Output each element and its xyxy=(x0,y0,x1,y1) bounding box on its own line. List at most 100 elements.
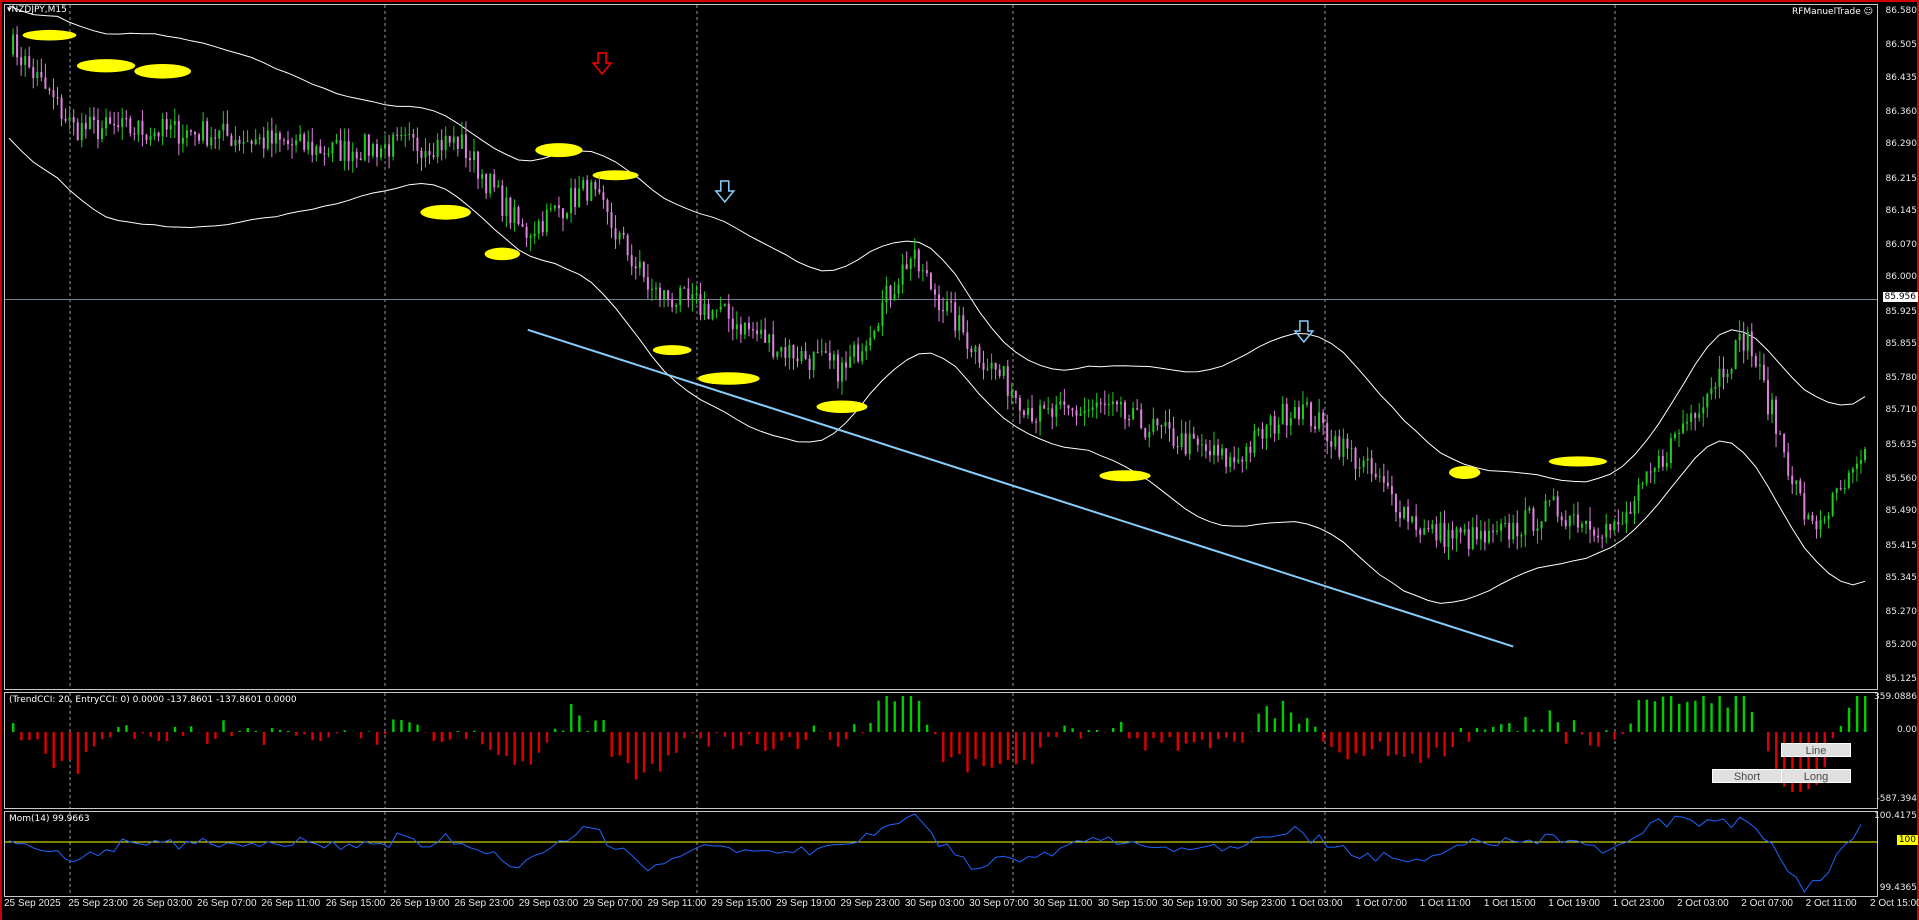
candle-body xyxy=(1382,476,1385,483)
long-button[interactable]: Long xyxy=(1781,769,1851,783)
candle-body xyxy=(76,122,79,141)
cci-bar xyxy=(246,728,249,732)
short-button[interactable]: Short xyxy=(1712,769,1782,783)
cci-bar xyxy=(464,732,468,739)
cci-bar xyxy=(222,720,225,732)
cci-bar xyxy=(303,732,306,735)
candle-body xyxy=(36,71,39,79)
candle-body xyxy=(392,134,395,157)
cci-bar xyxy=(1257,713,1260,732)
cci-bar xyxy=(788,732,791,738)
momentum-label: Mom(14) 99.9663 xyxy=(9,814,90,824)
line-button[interactable]: Line xyxy=(1781,743,1851,757)
cci-bar xyxy=(958,732,961,755)
cci-bar xyxy=(1031,732,1034,765)
cci-canvas[interactable] xyxy=(5,693,1877,808)
candle-body xyxy=(416,137,419,151)
cci-bar xyxy=(650,732,654,764)
candle-body xyxy=(64,118,67,121)
cci-bar xyxy=(416,724,419,732)
candle-body xyxy=(853,344,856,357)
price-chart-canvas[interactable] xyxy=(5,5,1877,689)
candle-body xyxy=(117,125,120,128)
candle-body xyxy=(1593,529,1596,536)
candle-body xyxy=(428,150,431,156)
cci-bar xyxy=(270,728,274,732)
time-tick-label: 1 Oct 03:00 xyxy=(1290,898,1343,909)
candle-body xyxy=(626,235,629,256)
time-axis[interactable]: 25 Sep 2025 25 Sep 23:00 26 Sep 03:00 26 Se… xyxy=(0,898,1919,918)
cci-bar xyxy=(764,732,767,751)
candle-body xyxy=(756,330,759,335)
price-chart-pane[interactable]: ▾NZDJPY,M15 RFManuelTrade ☺ xyxy=(4,4,1878,690)
candle-body xyxy=(1491,530,1494,532)
candle-body xyxy=(570,188,573,214)
cci-bar xyxy=(28,732,31,741)
cci-bar xyxy=(998,732,1002,764)
momentum-tick-label: 100 xyxy=(1896,835,1918,845)
candle-body xyxy=(764,329,767,343)
cci-bar xyxy=(1039,732,1042,748)
candle-body xyxy=(715,309,718,311)
cci-bar xyxy=(448,732,452,740)
candle-body xyxy=(889,285,892,300)
candle-body xyxy=(145,134,148,140)
candle-body xyxy=(80,123,83,141)
candle-body xyxy=(1625,511,1628,524)
candle-body xyxy=(1641,483,1644,485)
cci-bar xyxy=(1686,702,1689,732)
candle-body xyxy=(1597,535,1600,538)
candle-body xyxy=(614,228,617,240)
candle-body xyxy=(44,77,47,89)
cci-bar xyxy=(1839,726,1843,732)
candle-body xyxy=(412,133,415,138)
cci-bar xyxy=(618,732,621,756)
momentum-pane[interactable]: Mom(14) 99.9663 xyxy=(4,811,1878,897)
candle-body xyxy=(946,301,949,312)
price-tick-label: 85.855 xyxy=(1885,338,1918,349)
price-tick-label: 86.360 xyxy=(1885,107,1918,117)
envelope-blob xyxy=(816,400,868,414)
candle-body xyxy=(246,140,249,143)
cci-bar xyxy=(214,732,217,739)
candle-body xyxy=(141,120,144,135)
candle-body xyxy=(1823,519,1826,521)
cci-bar xyxy=(1734,696,1738,732)
candle-body xyxy=(521,224,524,227)
candle-body xyxy=(355,151,358,159)
time-tick-label: 1 Oct 23:00 xyxy=(1612,898,1665,909)
candle-body xyxy=(1540,521,1543,529)
time-tick-label: 26 Sep 23:00 xyxy=(454,898,514,909)
candle-body xyxy=(1864,449,1866,461)
candle-body xyxy=(1419,529,1422,535)
cci-bar xyxy=(942,732,945,763)
candle-body xyxy=(351,151,354,162)
cci-bar xyxy=(189,726,193,732)
cci-pane[interactable]: (TrendCCI: 20, EntryCCI: 0) 0.0000 -137.… xyxy=(4,692,1878,809)
cci-bar xyxy=(1459,727,1463,732)
candle-body xyxy=(1330,441,1333,447)
candle-body xyxy=(109,117,112,124)
candle-body xyxy=(1273,416,1276,434)
cci-bar xyxy=(1225,732,1228,738)
time-tick-label: 26 Sep 11:00 xyxy=(261,898,321,909)
candle-body xyxy=(752,329,755,331)
price-axis[interactable]: 86.580 86.505 86.435 86.360 86.290 86.215 86.1… xyxy=(1878,4,1919,690)
candle-body xyxy=(1730,369,1733,374)
candle-body xyxy=(1071,408,1074,411)
cci-axis: 359.0886 0.00 -587.394 xyxy=(1874,692,1919,809)
candle-body xyxy=(537,220,540,234)
cci-bar xyxy=(683,732,686,739)
candle-body xyxy=(808,358,811,371)
candle-body xyxy=(1043,405,1046,409)
candle-body xyxy=(865,345,868,352)
cci-bar xyxy=(893,701,896,732)
candle-body xyxy=(1690,413,1693,423)
momentum-axis: 100.4175 100 99.4365 xyxy=(1874,811,1919,897)
candle-body xyxy=(1079,413,1082,416)
momentum-canvas[interactable] xyxy=(5,812,1877,896)
cci-bar xyxy=(796,732,799,749)
candle-body xyxy=(1686,422,1689,424)
cci-bar xyxy=(1281,700,1285,732)
candle-body xyxy=(501,185,504,216)
